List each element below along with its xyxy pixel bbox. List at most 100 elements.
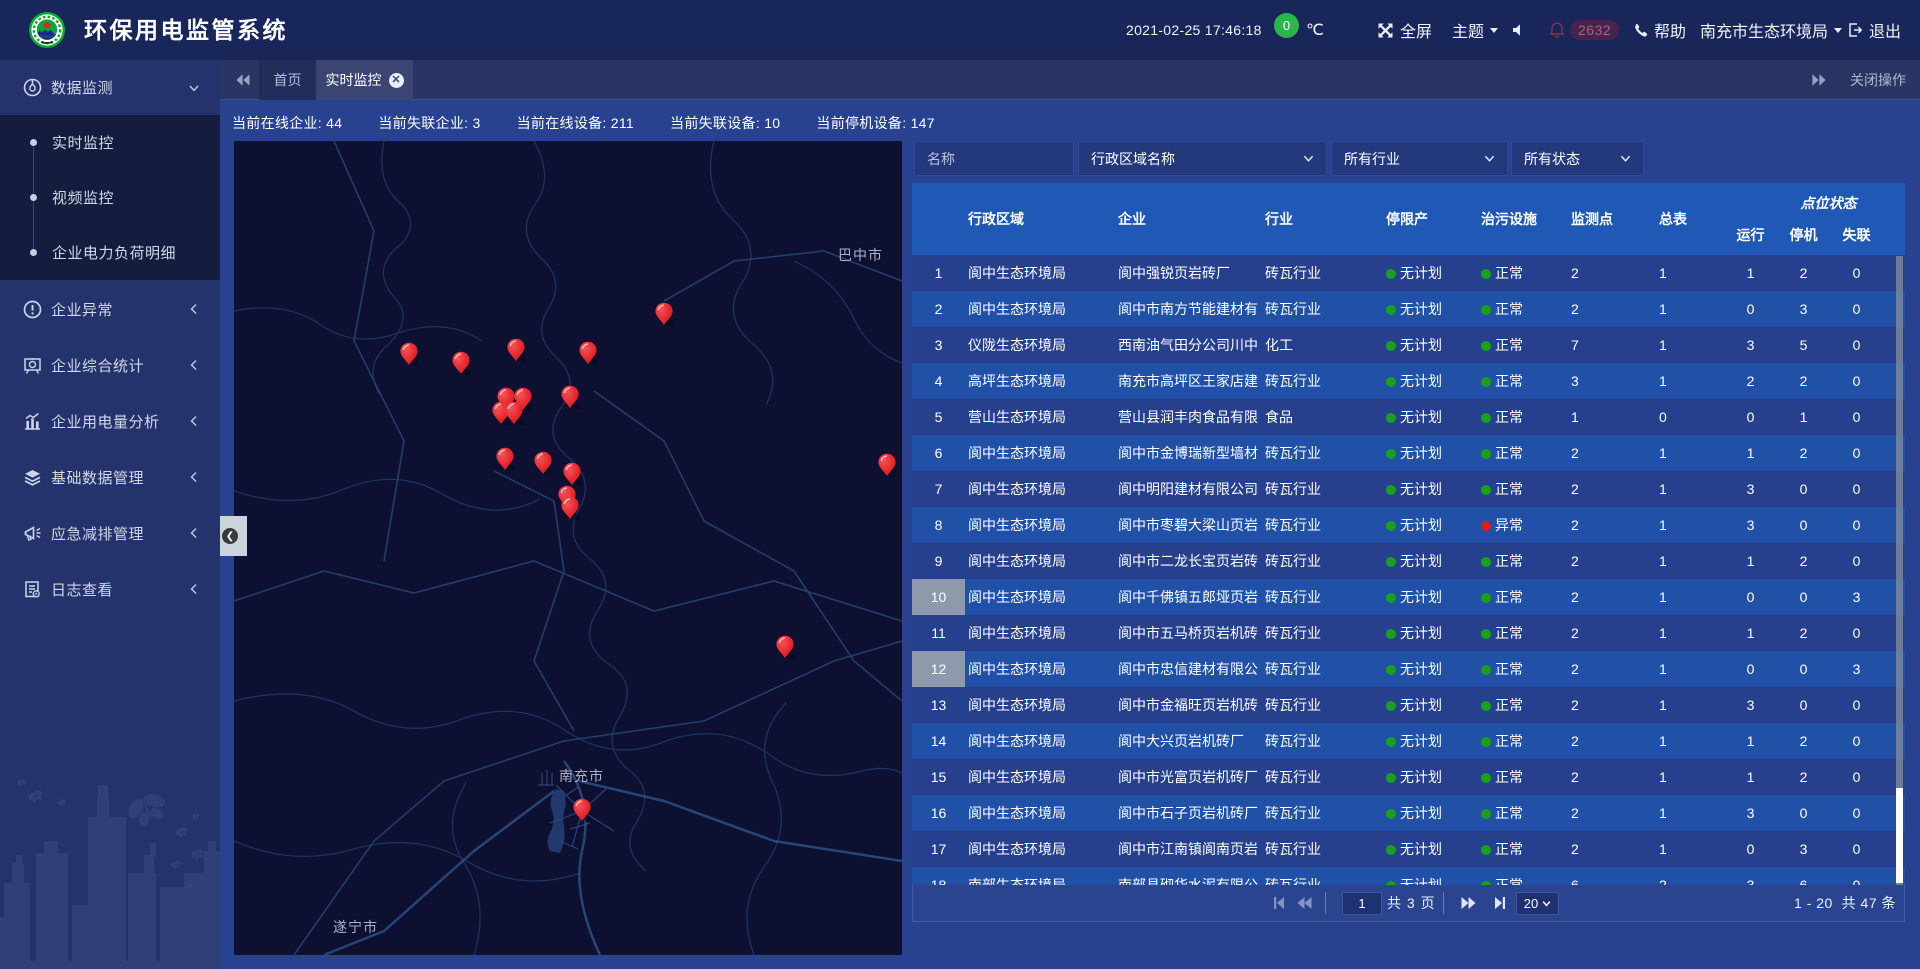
tab-realtime-monitor[interactable]: 实时监控 ✕	[316, 60, 413, 100]
table-row-2[interactable]: 2阆中生态环境局阆中市南方节能建材有砖瓦行业无计划正常21030	[912, 291, 1905, 327]
cell-points: 2	[1571, 733, 1651, 749]
industry-filter-select[interactable]: 所有行业	[1331, 141, 1508, 176]
sidebar-item-label: 企业综合统计	[51, 355, 144, 376]
table-row-8[interactable]: 8阆中生态环境局阆中市枣碧大梁山页岩砖瓦行业无计划异常21300	[912, 507, 1905, 543]
tabs-scroll-left-icon[interactable]	[234, 71, 252, 89]
page-size-select[interactable]: 20	[1516, 892, 1559, 915]
status-dot-icon	[1386, 521, 1396, 531]
table-row-16[interactable]: 16阆中生态环境局阆中市石子页岩机砖厂砖瓦行业无计划正常21300	[912, 795, 1905, 831]
table-row-6[interactable]: 6阆中生态环境局阆中市金博瑞新型墙材砖瓦行业无计划正常21120	[912, 435, 1905, 471]
page-number-input[interactable]: 1	[1342, 892, 1382, 915]
cell-meters: 1	[1659, 661, 1729, 677]
cell-company: 阆中市金博瑞新型墙材	[1118, 443, 1262, 463]
cell-facility-status: 正常	[1481, 659, 1567, 679]
cell-company: 阆中市枣碧大梁山页岩	[1118, 515, 1262, 535]
cell-limit-status: 无计划	[1386, 767, 1478, 787]
tabs-scroll-right-icon[interactable]	[1810, 71, 1828, 89]
theme-button[interactable]: 主题	[1452, 0, 1498, 60]
sidebar-subitem-实时监控[interactable]: 实时监控	[0, 115, 220, 170]
sidebar-item-1[interactable]: 企业异常	[0, 281, 220, 337]
status-dot-icon	[1481, 449, 1491, 459]
sidebar-item-label: 企业用电量分析	[51, 411, 160, 432]
sidebar-subitem-企业电力负荷明细[interactable]: 企业电力负荷明细	[0, 225, 220, 280]
cell-limit-status: 无计划	[1386, 299, 1478, 319]
table-row-18[interactable]: 18南部生态环境局南部县砌华水泥有限公砖瓦行业无计划正常62360	[912, 867, 1905, 885]
map-collapse-handle[interactable]: ❮	[220, 516, 247, 556]
status-dot-icon	[1481, 485, 1491, 495]
cell-limit-status: 无计划	[1386, 371, 1478, 391]
cell-meters: 1	[1659, 625, 1729, 641]
tab-bar: 首页 实时监控 ✕ 关闭操作	[220, 60, 1920, 100]
cell-company: 阆中市江南镇阆南页岩	[1118, 839, 1262, 859]
mute-button[interactable]	[1511, 0, 1527, 60]
table-row-14[interactable]: 14阆中生态环境局阆中大兴页岩机砖厂砖瓦行业无计划正常21120	[912, 723, 1905, 759]
cell-industry: 砖瓦行业	[1265, 803, 1377, 823]
table-row-11[interactable]: 11阆中生态环境局阆中市五马桥页岩机砖砖瓦行业无计划正常21120	[912, 615, 1905, 651]
table-row-10[interactable]: 10阆中生态环境局阆中千佛镇五郎垭页岩砖瓦行业无计划正常21003	[912, 579, 1905, 615]
org-selector[interactable]: 南充市生态环境局	[1700, 0, 1842, 60]
table-row-13[interactable]: 13阆中生态环境局阆中市金福旺页岩机砖砖瓦行业无计划正常21300	[912, 687, 1905, 723]
cell-run: 3	[1724, 697, 1777, 713]
stats-board-icon	[23, 356, 42, 375]
table-row-5[interactable]: 5营山生态环境局营山县润丰肉食品有限食品无计划正常10010	[912, 399, 1905, 435]
first-page-icon[interactable]	[1270, 894, 1288, 912]
table-row-17[interactable]: 17阆中生态环境局阆中市江南镇阆南页岩砖瓦行业无计划正常21030	[912, 831, 1905, 867]
cell-stop: 0	[1777, 805, 1830, 821]
cell-limit-status: 无计划	[1386, 335, 1478, 355]
cell-meters: 1	[1659, 769, 1729, 785]
last-page-icon[interactable]	[1491, 894, 1509, 912]
submenu-dot-icon	[30, 194, 37, 201]
table-row-1[interactable]: 1阆中生态环境局阆中强锐页岩砖厂砖瓦行业无计划正常21120	[912, 255, 1905, 291]
prev-page-icon[interactable]	[1295, 894, 1313, 912]
col-header: 行政区域	[968, 183, 1112, 255]
sidebar-item-label: 日志查看	[51, 579, 113, 600]
map-panel[interactable]: 巴中市南充市遂宁市	[234, 141, 902, 955]
cell-lost: 0	[1830, 409, 1883, 425]
cell-run: 3	[1724, 517, 1777, 533]
chevron-left-icon	[188, 303, 200, 315]
table-row-15[interactable]: 15阆中生态环境局阆中市光富页岩机砖厂砖瓦行业无计划正常21120	[912, 759, 1905, 795]
sidebar-item-5[interactable]: 应急减排管理	[0, 505, 220, 561]
sidebar-item-0[interactable]: 数据监测	[0, 60, 220, 115]
table-row-9[interactable]: 9阆中生态环境局阆中市二龙长宝页岩砖砖瓦行业无计划正常21120	[912, 543, 1905, 579]
sidebar-item-6[interactable]: 日志查看	[0, 561, 220, 617]
caret-down-icon	[1834, 28, 1842, 33]
fullscreen-button[interactable]: 全屏	[1377, 0, 1432, 60]
table-row-4[interactable]: 4高坪生态环境局南充市高坪区王家店建砖瓦行业无计划正常31220	[912, 363, 1905, 399]
table-row-7[interactable]: 7阆中生态环境局阆中明阳建材有限公司砖瓦行业无计划正常21300	[912, 471, 1905, 507]
col-header: 停机	[1777, 225, 1830, 245]
status-filter-select[interactable]: 所有状态	[1511, 141, 1644, 176]
tab-home[interactable]: 首页	[259, 60, 316, 100]
table-scrollbar[interactable]	[1896, 256, 1903, 885]
cell-run: 0	[1724, 841, 1777, 857]
table-row-3[interactable]: 3仪陇生态环境局西南油气田分公司川中化工无计划正常71350	[912, 327, 1905, 363]
sidebar-item-3[interactable]: 企业用电量分析	[0, 393, 220, 449]
chevron-down-icon	[1484, 153, 1495, 164]
tab-close-icon[interactable]: ✕	[389, 73, 404, 88]
group-header: 点位状态	[1749, 193, 1908, 213]
cell-limit-status: 无计划	[1386, 479, 1478, 499]
cell-run: 0	[1724, 301, 1777, 317]
table-row-12[interactable]: 12阆中生态环境局阆中市忠信建材有限公砖瓦行业无计划正常21003	[912, 651, 1905, 687]
cell-industry: 砖瓦行业	[1265, 479, 1377, 499]
help-button[interactable]: 帮助	[1633, 0, 1686, 60]
cell-run: 1	[1724, 553, 1777, 569]
alarm-bell-button[interactable]: 2632	[1548, 0, 1619, 60]
logout-button[interactable]: 退出	[1847, 0, 1901, 60]
table-panel: 名称 行政区域名称 所有行业 所有状态 行政区域企业行业停限产治污设施监测点总表…	[912, 141, 1905, 922]
sidebar-item-4[interactable]: 基础数据管理	[0, 449, 220, 505]
cell-industry: 砖瓦行业	[1265, 263, 1377, 283]
close-operations-button[interactable]: 关闭操作	[1850, 60, 1906, 100]
row-number: 11	[912, 615, 965, 651]
stat-item-0: 当前在线企业: 44	[232, 113, 342, 139]
sidebar-item-2[interactable]: 企业综合统计	[0, 337, 220, 393]
next-page-icon[interactable]	[1459, 894, 1477, 912]
speaker-muted-icon	[1511, 22, 1527, 38]
name-filter-input[interactable]: 名称	[914, 141, 1074, 176]
cell-points: 2	[1571, 445, 1651, 461]
status-dot-icon	[1481, 305, 1491, 315]
region-filter-select[interactable]: 行政区域名称	[1078, 141, 1327, 176]
sidebar-subitem-视频监控[interactable]: 视频监控	[0, 170, 220, 225]
scrollbar-thumb[interactable]	[1896, 788, 1903, 883]
status-dot-icon	[1481, 809, 1491, 819]
